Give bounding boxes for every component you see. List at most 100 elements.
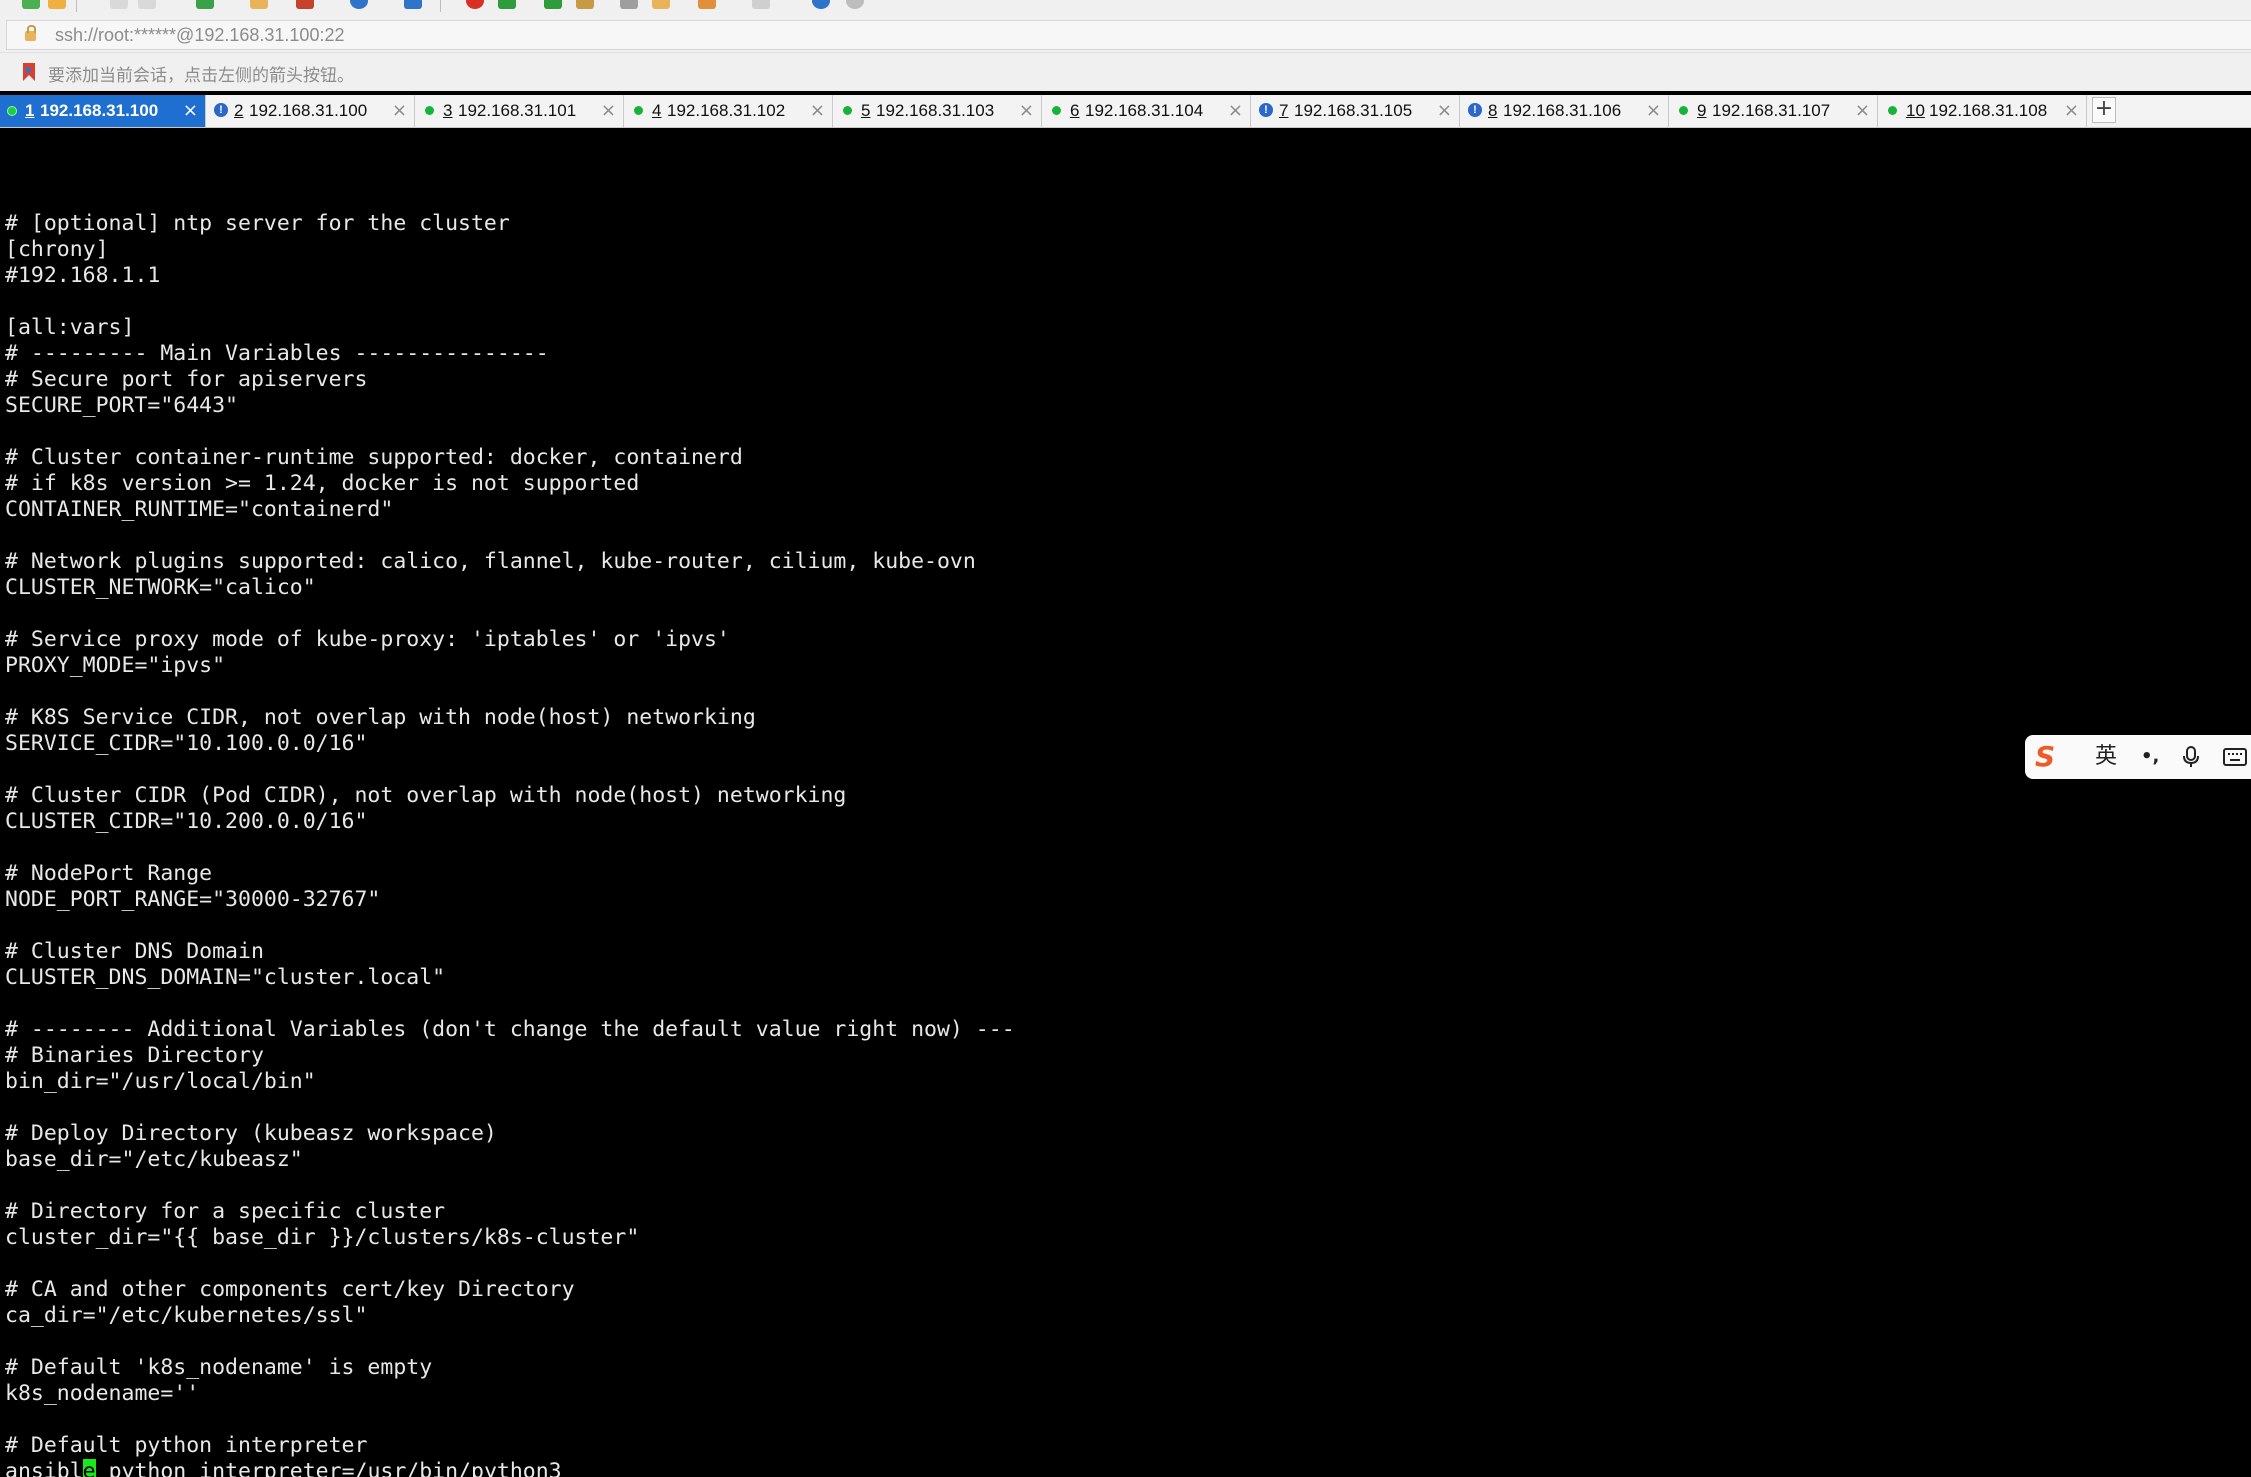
tab-label: 192.168.31.100 [249,101,368,120]
tab-session-4[interactable]: 4 192.168.31.102 × [627,95,833,127]
tab-session-8[interactable]: ! 8 192.168.31.106 × [1463,95,1669,127]
settings-icon[interactable] [196,0,214,9]
layout-icon[interactable] [752,0,770,9]
session-hint-bar: 要添加当前会话，点击左侧的箭头按钮。 [0,53,2251,91]
open-icon[interactable] [48,0,66,9]
close-icon[interactable]: × [1228,100,1243,121]
terminal-line: # Default 'k8s_nodename' is empty [5,1355,433,1380]
tab-session-6[interactable]: 6 192.168.31.104 × [1045,95,1251,127]
tab-session-7[interactable]: ! 7 192.168.31.105 × [1254,95,1460,127]
tab-label: 192.168.31.107 [1712,101,1831,120]
terminal-line: # Secure port for apiservers [5,367,368,392]
close-icon[interactable]: × [1019,100,1034,121]
tab-number: 1 [25,101,35,120]
connected-status-icon [425,106,434,115]
tab-session-1[interactable]: 1 192.168.31.100 × [0,95,206,127]
tab-session-10[interactable]: 10 192.168.31.108 × [1881,95,2087,127]
add-tab-button[interactable]: + [2092,97,2116,123]
keyboard-icon[interactable] [2223,747,2247,767]
close-icon[interactable]: × [810,100,825,121]
cursor-line-after: _python_interpreter=/usr/bin/python3 [95,1459,562,1477]
find-icon[interactable] [250,0,268,9]
tab-number: 7 [1279,101,1289,120]
connected-status-icon [634,106,643,115]
terminal-view[interactable]: # [optional] ntp server for the cluster[… [0,128,2251,1477]
chat-icon[interactable] [846,0,864,9]
tab-number: 5 [861,101,871,120]
lock-icon [25,25,36,41]
language-toggle[interactable]: 英 [2095,735,2117,779]
terminal-line: # K8S Service CIDR, not overlap with nod… [5,705,756,730]
terminal-line: # Service proxy mode of kube-proxy: 'ipt… [5,627,730,652]
info-status-icon: ! [1468,103,1482,117]
xshell-window: ssh://root:******@192.168.31.100:22 要添加当… [0,0,2251,1477]
terminal-line: # Cluster CIDR (Pod CIDR), not overlap w… [5,783,847,808]
toolbar [0,0,2251,17]
highlight-icon[interactable] [652,0,670,9]
tab-label: 192.168.31.102 [667,101,786,120]
bookmark-arrow-icon[interactable] [22,63,36,81]
text-cursor: e [82,1459,96,1477]
reconnect-icon[interactable] [138,0,156,9]
microphone-icon[interactable] [2181,746,2201,768]
address-bar: ssh://root:******@192.168.31.100:22 [0,17,2251,53]
help-icon[interactable] [812,0,830,9]
cursor-line-before: ansibl [5,1459,83,1477]
tab-label: 192.168.31.108 [1929,101,2048,120]
close-icon[interactable]: × [601,100,616,121]
xftp-icon[interactable] [576,0,594,9]
close-icon[interactable]: × [2064,100,2079,121]
script-icon[interactable] [498,0,516,9]
terminal-line: SERVICE_CIDR="10.100.0.0/16" [5,731,368,756]
terminal-line: CLUSTER_NETWORK="calico" [5,575,316,600]
connected-status-icon [7,106,17,116]
tab-session-5[interactable]: 5 192.168.31.103 × [836,95,1042,127]
tab-number: 8 [1488,101,1498,120]
terminal-line: SECURE_PORT="6443" [5,393,238,418]
connected-status-icon [1888,106,1897,115]
close-icon[interactable]: × [1646,100,1661,121]
terminal-cursor-line: ansible_python_interpreter=/usr/bin/pyth… [5,1459,1015,1477]
record-icon[interactable] [466,0,484,9]
terminal-line: # --------- Main Variables -------------… [5,341,549,366]
terminal-line: # [optional] ntp server for the cluster [5,211,510,236]
tab-session-9[interactable]: 9 192.168.31.107 × [1672,95,1878,127]
tab-label: 192.168.31.103 [876,101,995,120]
terminal-line: # Directory for a specific cluster [5,1199,446,1224]
lock-icon[interactable] [698,0,716,9]
ime-toolbar: S 英 •, [2025,735,2251,779]
sftp-icon[interactable] [544,0,562,9]
keyboard-icon[interactable] [620,0,638,9]
terminal-line: PROXY_MODE="ipvs" [5,653,226,678]
tab-session-3[interactable]: 3 192.168.31.101 × [418,95,624,127]
terminal-line: CLUSTER_CIDR="10.200.0.0/16" [5,809,368,834]
close-icon[interactable]: × [392,100,407,121]
close-icon[interactable]: × [1855,100,1870,121]
font-icon[interactable] [404,0,422,9]
terminal-line: # -------- Additional Variables (don't c… [5,1017,1015,1042]
tab-label: 192.168.31.100 [40,101,159,120]
terminal-line: base_dir="/etc/kubeasz" [5,1147,303,1172]
sogou-logo-icon[interactable]: S [2035,735,2055,779]
close-icon[interactable]: × [1437,100,1452,121]
close-icon[interactable]: × [183,100,198,121]
new-session-icon[interactable] [22,0,40,9]
tab-session-2[interactable]: ! 2 192.168.31.100 × [209,95,415,127]
terminal-line: cluster_dir="{{ base_dir }}/clusters/k8s… [5,1225,640,1250]
punctuation-icon[interactable]: •, [2141,735,2159,779]
properties-icon[interactable] [296,0,314,9]
tab-number: 6 [1070,101,1080,120]
terminal-line: #192.168.1.1 [5,263,161,288]
address-input[interactable]: ssh://root:******@192.168.31.100:22 [6,20,2251,50]
globe-icon[interactable] [350,0,368,9]
address-text: ssh://root:******@192.168.31.100:22 [55,25,345,45]
terminal-line: CONTAINER_RUNTIME="containerd" [5,497,394,522]
disconnect-icon[interactable] [110,0,128,9]
